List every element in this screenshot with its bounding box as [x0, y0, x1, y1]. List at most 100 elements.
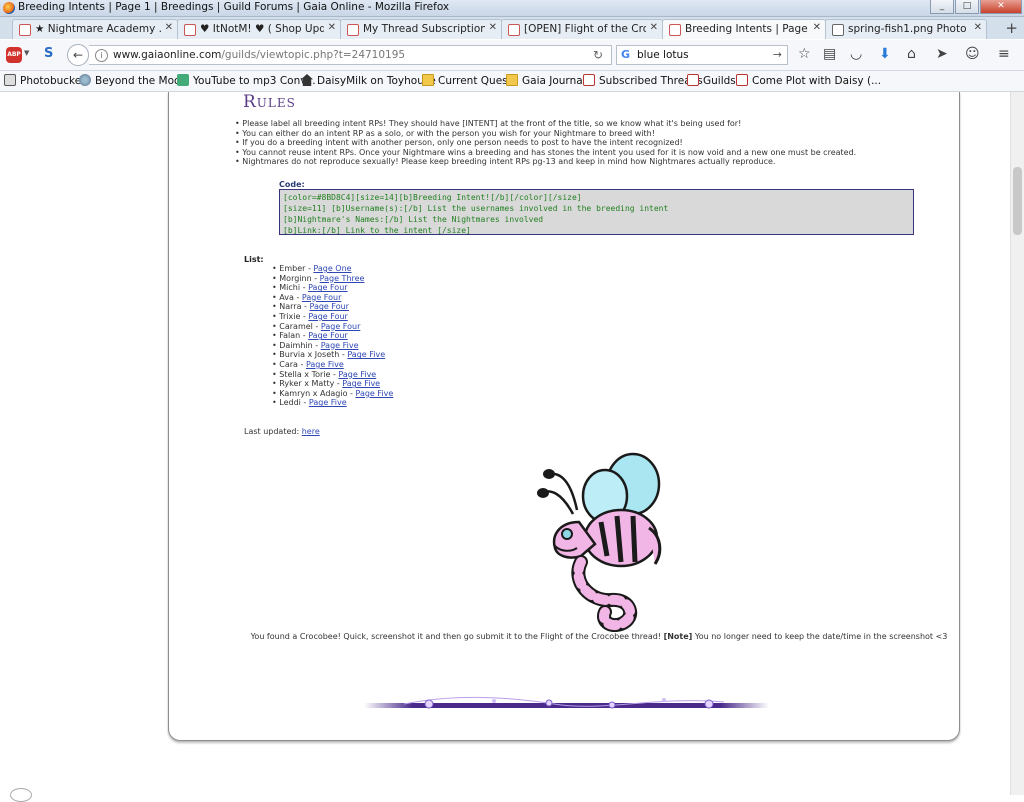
page-link[interactable]: Page Three — [320, 274, 365, 283]
tab-label: [OPEN] Flight of the Croc... — [524, 23, 646, 35]
scrollbar-thumb[interactable] — [1013, 167, 1022, 235]
gaia-favicon-icon — [19, 24, 31, 36]
bookmark-youtube-mp3[interactable]: YouTube to mp3 Conv... — [177, 74, 316, 87]
bookmark-current-quests[interactable]: Current Quests — [422, 74, 517, 87]
corner-widget-icon — [10, 788, 32, 802]
tab-itnotm[interactable]: ♥ ItNotM! ♥ ( Shop Updat... ✕ — [177, 19, 341, 39]
list-item: Leddi - Page Five — [272, 398, 393, 408]
gaia-icon — [736, 74, 748, 86]
search-go-icon[interactable]: → — [773, 48, 782, 61]
page-link[interactable]: Page Five — [306, 360, 344, 369]
navigation-bar: ABP ▼ S ← i www.gaiaonline.com/guilds/vi… — [0, 40, 1024, 71]
folder-icon — [506, 74, 518, 86]
page-link[interactable]: Page Four — [308, 312, 347, 321]
home-icon[interactable]: ⌂ — [907, 46, 916, 62]
list-item: Ember - Page One — [272, 264, 393, 274]
page-link[interactable]: Page Five — [347, 350, 385, 359]
tab-close-icon[interactable]: ✕ — [489, 22, 497, 33]
last-updated: Last updated: here — [244, 427, 320, 436]
reload-icon[interactable]: ↻ — [593, 48, 603, 62]
list-item: Daimhin - Page Five — [272, 341, 393, 351]
list-item: Stella x Torie - Page Five — [272, 370, 393, 380]
code-line: [size=11] [b]Username(s):[/b] List the u… — [283, 204, 669, 213]
camera-icon — [4, 74, 16, 86]
page-link[interactable]: Page One — [313, 264, 351, 273]
code-box[interactable]: [color=#8BD8C4][size=14][b]Breeding Inte… — [279, 189, 914, 235]
tab-label: ★ Nightmare Academy ... — [35, 23, 161, 35]
list-item: Kamryn x Adagio - Page Five — [272, 389, 393, 399]
code-line: [b]Link:[/b] Link to the intent [/size] — [283, 226, 471, 235]
decorative-divider — [364, 696, 769, 709]
tab-label: ♥ ItNotM! ♥ ( Shop Updat... — [200, 23, 324, 35]
tab-nightmare-academy[interactable]: ★ Nightmare Academy ... ✕ — [12, 19, 178, 39]
back-button[interactable]: ← — [67, 44, 89, 66]
gaia-icon — [583, 74, 595, 86]
rule-item: If you do a breeding intent with another… — [235, 138, 856, 148]
rule-item: Please label all breeding intent RPs! Th… — [235, 119, 856, 129]
gaia-icon — [687, 74, 699, 86]
menu-icon[interactable]: ≡ — [998, 46, 1010, 62]
s-extension-icon[interactable]: S — [44, 46, 53, 61]
send-icon[interactable]: ➤ — [936, 46, 948, 62]
house-icon — [301, 74, 313, 86]
tab-spring-fish[interactable]: spring-fish1.png Photo b... ✕ — [825, 19, 987, 39]
window-titlebar: Breeding Intents | Page 1 | Breedings | … — [0, 0, 1024, 17]
info-icon[interactable]: i — [95, 49, 108, 62]
tab-thread-subscriptions[interactable]: My Thread Subscriptions ... ✕ — [340, 19, 502, 39]
chat-icon[interactable]: ☺ — [965, 46, 980, 62]
bookmark-daisymilk-toyhouse[interactable]: DaisyMilk on Toyhouse — [301, 74, 436, 87]
reading-list-icon[interactable]: ▤ — [823, 46, 836, 62]
page-link[interactable]: Page Four — [309, 302, 348, 311]
bookmark-beyond-the-moon[interactable]: Beyond the Moon — [79, 74, 187, 87]
close-window-button[interactable]: ✕ — [980, 0, 1022, 14]
page-link[interactable]: Page Five — [342, 379, 380, 388]
page-link[interactable]: Page Four — [321, 322, 360, 331]
last-updated-link[interactable]: here — [302, 427, 320, 436]
tab-close-icon[interactable]: ✕ — [650, 22, 658, 33]
page-content: Rules Please label all breeding intent R… — [0, 92, 1024, 795]
chevron-down-icon[interactable]: ▼ — [24, 49, 29, 57]
bookmark-guilds[interactable]: Guilds — [687, 74, 736, 87]
tab-breeding-intents[interactable]: Breeding Intents | Page 1 ... ✕ — [662, 19, 826, 39]
code-label: Code: — [279, 180, 305, 189]
tab-flight-of-crocobee[interactable]: [OPEN] Flight of the Croc... ✕ — [501, 19, 663, 39]
search-input[interactable]: blue lotus — [637, 49, 689, 61]
tab-close-icon[interactable]: ✕ — [974, 22, 982, 33]
rule-item: You can either do an intent RP as a solo… — [235, 129, 856, 139]
new-tab-button[interactable]: + — [1005, 19, 1018, 37]
pocket-icon[interactable]: ◡ — [850, 46, 862, 62]
bookmark-subscribed-threads[interactable]: Subscribed Threads — [583, 74, 703, 87]
bookmark-come-plot-with-daisy[interactable]: Come Plot with Daisy (... — [736, 74, 881, 87]
page-link[interactable]: Page Five — [321, 341, 359, 350]
adblock-plus-icon[interactable]: ABP — [6, 47, 22, 63]
url-bar[interactable]: i www.gaiaonline.com/guilds/viewtopic.ph… — [89, 45, 612, 65]
forum-post: Rules Please label all breeding intent R… — [168, 92, 960, 741]
page-scrollbar[interactable] — [1010, 92, 1024, 795]
gaia-favicon-icon — [669, 24, 681, 36]
minimize-button[interactable]: _ — [930, 0, 954, 14]
tab-label: My Thread Subscriptions ... — [363, 23, 485, 35]
bookmark-gaia-journals[interactable]: Gaia Journals — [506, 74, 591, 87]
download-icon[interactable]: ⬇ — [879, 46, 891, 62]
tab-label: spring-fish1.png Photo b... — [848, 23, 970, 35]
code-line: [b]Nightmare's Names:[/b] List the Night… — [283, 215, 544, 224]
tab-close-icon[interactable]: ✕ — [165, 22, 173, 33]
page-link[interactable]: Page Four — [302, 293, 341, 302]
page-link[interactable]: Page Four — [308, 331, 347, 340]
page-link[interactable]: Page Five — [309, 398, 347, 407]
maximize-button[interactable]: □ — [955, 0, 979, 14]
bookmark-photobucket[interactable]: Photobucket — [4, 74, 85, 87]
page-link[interactable]: Page Five — [338, 370, 376, 379]
nightmare-list: Ember - Page One Morginn - Page Three Mi… — [272, 264, 393, 408]
tab-label: Breeding Intents | Page 1 ... — [685, 23, 809, 35]
tab-close-icon[interactable]: ✕ — [328, 22, 336, 33]
url-text[interactable]: www.gaiaonline.com/guilds/viewtopic.php?… — [113, 49, 405, 61]
page-link[interactable]: Page Four — [308, 283, 347, 292]
gaia-favicon-icon — [508, 24, 520, 36]
bookmark-star-icon[interactable]: ☆ — [798, 46, 811, 62]
tab-close-icon[interactable]: ✕ — [813, 22, 821, 33]
photo-favicon-icon — [832, 24, 844, 36]
crocobee-image[interactable] — [521, 452, 691, 632]
search-bar[interactable]: G blue lotus → — [616, 45, 788, 65]
page-link[interactable]: Page Five — [355, 389, 393, 398]
